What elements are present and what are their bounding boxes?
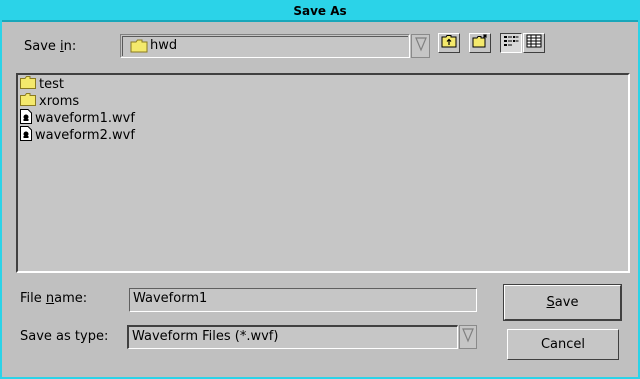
list-item[interactable]: test xyxy=(20,76,64,93)
save-in-combo[interactable]: hwd xyxy=(120,34,410,58)
save-in-value: hwd xyxy=(150,38,178,53)
save-in-dropdown-button[interactable] xyxy=(411,34,430,58)
save-as-type-label: Save as type: xyxy=(20,329,109,344)
list-item[interactable]: waveform1.wvf xyxy=(20,109,135,127)
details-view-icon xyxy=(526,34,542,52)
list-item[interactable]: waveform2.wvf xyxy=(20,126,135,145)
list-view-icon xyxy=(503,34,519,52)
details-view-button[interactable] xyxy=(523,33,545,53)
folder-icon xyxy=(20,93,36,110)
file-name: xroms xyxy=(39,94,80,109)
save-as-type-dropdown-button[interactable] xyxy=(459,325,477,349)
chevron-down-icon xyxy=(462,327,474,347)
file-name-input[interactable]: Waveform1 xyxy=(129,288,477,312)
save-in-label: Save in: xyxy=(24,39,77,54)
file-icon xyxy=(20,126,32,145)
folder-up-icon xyxy=(441,34,457,52)
up-one-level-button[interactable] xyxy=(438,33,460,53)
save-as-type-select[interactable]: Waveform Files (*.wvf) xyxy=(127,325,458,349)
new-folder-icon xyxy=(472,34,488,52)
cancel-button[interactable]: Cancel xyxy=(507,329,619,360)
file-name-label: File name: xyxy=(20,291,88,306)
file-name: test xyxy=(39,77,64,92)
save-as-dialog: Save As Save in: hwd test xroms waveform… xyxy=(0,0,640,379)
folder-icon xyxy=(130,39,148,57)
file-list[interactable]: test xroms waveform1.wvf waveform2.wvf xyxy=(16,73,630,273)
file-name: waveform1.wvf xyxy=(35,111,135,126)
list-item[interactable]: xroms xyxy=(20,93,79,110)
file-name: waveform2.wvf xyxy=(35,128,135,143)
new-folder-button[interactable] xyxy=(469,33,491,53)
list-view-button[interactable] xyxy=(500,33,522,53)
dialog-title: Save As xyxy=(2,0,638,22)
save-button[interactable]: Save xyxy=(503,284,622,321)
folder-icon xyxy=(20,76,36,93)
chevron-down-icon xyxy=(414,36,427,56)
